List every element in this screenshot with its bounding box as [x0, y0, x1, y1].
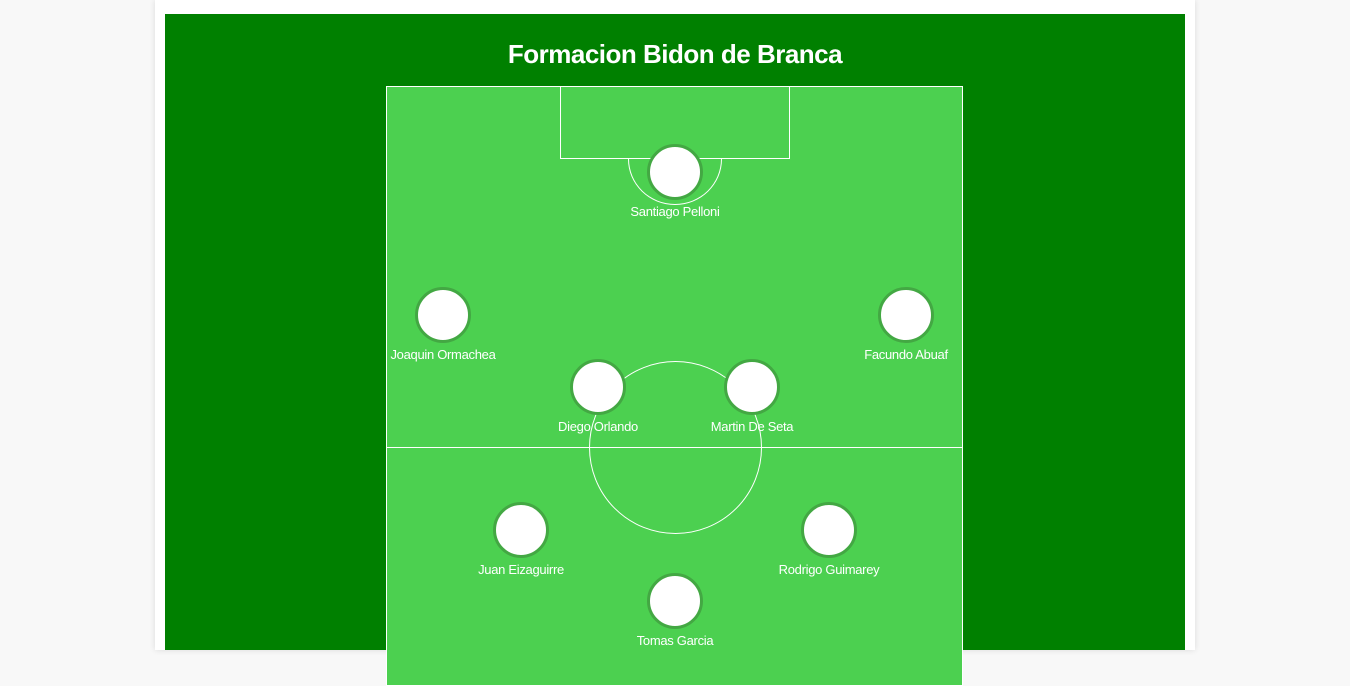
- player-left[interactable]: Joaquin Ormachea: [363, 287, 523, 362]
- player-name: Diego Orlando: [558, 419, 638, 434]
- formation-panel: Formacion Bidon de Branca Santiago Pello…: [165, 14, 1185, 686]
- player-center-right[interactable]: Martin De Seta: [672, 359, 832, 434]
- player-name: Facundo Abuaf: [864, 347, 948, 362]
- player-avatar[interactable]: [801, 502, 857, 558]
- player-avatar[interactable]: [647, 144, 703, 200]
- player-right[interactable]: Facundo Abuaf: [826, 287, 986, 362]
- player-avatar[interactable]: [415, 287, 471, 343]
- player-striker[interactable]: Tomas Garcia: [595, 573, 755, 648]
- player-name: Joaquin Ormachea: [390, 347, 496, 362]
- player-avatar[interactable]: [878, 287, 934, 343]
- player-center-left[interactable]: Diego Orlando: [518, 359, 678, 434]
- player-name: Tomas Garcia: [636, 633, 714, 648]
- player-name: Santiago Pelloni: [630, 204, 720, 219]
- player-avatar[interactable]: [493, 502, 549, 558]
- player-avatar[interactable]: [647, 573, 703, 629]
- player-avatar[interactable]: [724, 359, 780, 415]
- player-left-forward[interactable]: Juan Eizaguirre: [441, 502, 601, 577]
- player-goalkeeper[interactable]: Santiago Pelloni: [595, 144, 755, 219]
- player-right-forward[interactable]: Rodrigo Guimarey: [749, 502, 909, 577]
- player-name: Juan Eizaguirre: [478, 562, 564, 577]
- page-title: Formacion Bidon de Branca: [507, 39, 843, 69]
- player-name: Rodrigo Guimarey: [778, 562, 880, 577]
- player-avatar[interactable]: [570, 359, 626, 415]
- player-name: Martin De Seta: [710, 419, 794, 434]
